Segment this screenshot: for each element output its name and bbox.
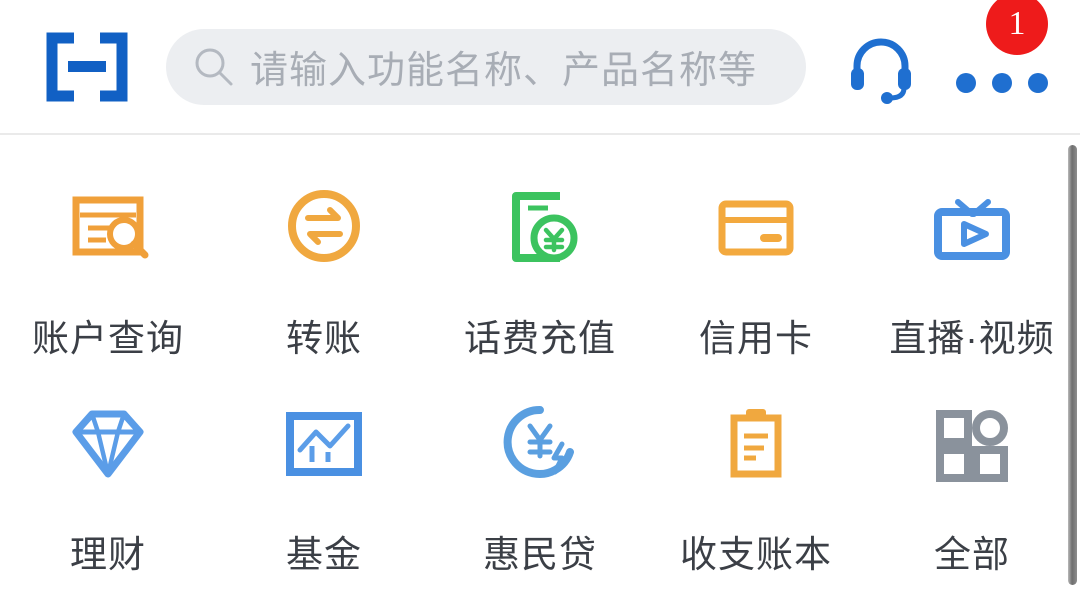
grid-item-label: 信用卡: [699, 318, 813, 359]
diamond-icon: [62, 398, 154, 490]
grid-item-label: 收支账本: [680, 534, 832, 575]
grid-item-label: 直播·视频: [889, 318, 1055, 359]
grid-item-label: 惠民贷: [483, 534, 597, 575]
logo-svg: [46, 32, 128, 101]
search-input[interactable]: 请输入功能名称、产品名称等: [166, 28, 806, 105]
search-icon: [195, 48, 233, 85]
grid-item-live-video[interactable]: 直播·视频: [864, 182, 1080, 398]
grid-item-label: 话费充值: [464, 318, 616, 359]
grid-item-transfer[interactable]: 转账: [216, 182, 432, 398]
grid-item-label: 基金: [286, 534, 362, 575]
grid-item-all[interactable]: 全部: [864, 398, 1080, 591]
scrollbar-thumb[interactable]: [1068, 145, 1077, 585]
more-dot-1: [956, 72, 976, 93]
grid-item-credit-card[interactable]: 信用卡: [648, 182, 864, 398]
more-dots-group: [956, 72, 1048, 93]
more-dot-2: [992, 72, 1012, 93]
more-dot-3: [1028, 72, 1048, 93]
chart-frame-icon: [278, 398, 370, 490]
grid-item-label: 理财: [70, 534, 146, 575]
document-search-icon: [62, 182, 154, 274]
tv-play-icon: [926, 182, 1018, 274]
yuan-circle-bolt-icon: [494, 398, 586, 490]
transfer-circle-arrows-icon: [278, 182, 370, 274]
grid-item-label: 转账: [286, 318, 362, 359]
phone-yuan-icon: [494, 182, 586, 274]
grid-item-huimin-loan[interactable]: 惠民贷: [432, 398, 648, 591]
grid-all-icon: [926, 398, 1018, 490]
app-header: 请输入功能名称、产品名称等 1: [0, 0, 1080, 135]
notification-badge: 1: [986, 0, 1048, 55]
grid-item-ledger[interactable]: 收支账本: [648, 398, 864, 591]
headset-icon[interactable]: [842, 28, 920, 106]
function-grid: 账户查询 转账 话费充值 信用卡 直播·视频 理财 基金 惠民贷 收支账本 全部: [0, 137, 1080, 591]
grid-item-label: 全部: [934, 534, 1010, 575]
headset-svg: [851, 38, 911, 104]
clipboard-icon: [710, 398, 802, 490]
grid-item-wealth[interactable]: 理财: [0, 398, 216, 591]
grid-item-fund[interactable]: 基金: [216, 398, 432, 591]
vertical-scrollbar[interactable]: [1066, 137, 1080, 591]
grid-item-phone-recharge[interactable]: 话费充值: [432, 182, 648, 398]
grid-item-account-inquiry[interactable]: 账户查询: [0, 182, 216, 398]
grid-item-label: 账户查询: [32, 318, 184, 359]
credit-card-icon: [710, 182, 802, 274]
cmb-brackets-logo-icon[interactable]: [44, 32, 130, 102]
more-dots-icon[interactable]: 1: [950, 0, 1048, 113]
app-root: 请输入功能名称、产品名称等 1 账户查询 转账 话费充值 信用卡 直播·视频 理…: [0, 0, 1080, 591]
search-placeholder-text: 请输入功能名称、产品名称等: [250, 50, 758, 92]
